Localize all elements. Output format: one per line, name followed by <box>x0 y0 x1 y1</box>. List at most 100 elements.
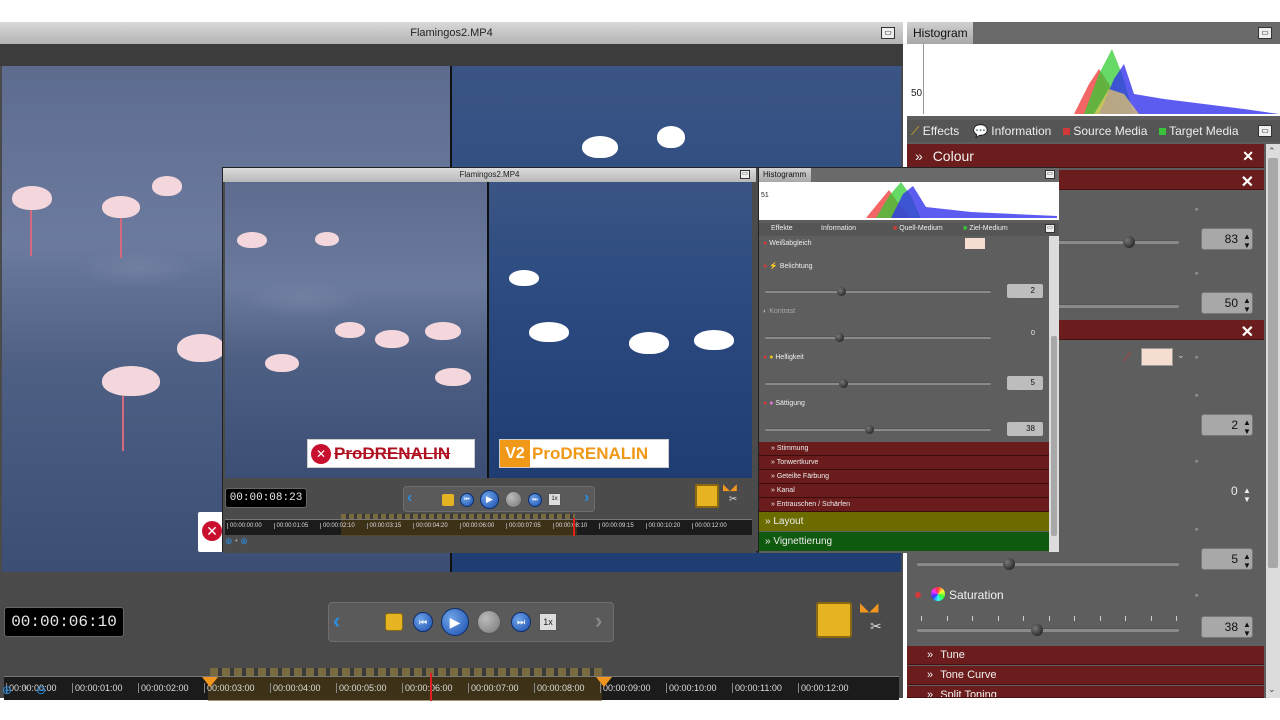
tab-ziel-medium[interactable]: ■ Ziel-Medium <box>963 225 1008 232</box>
section-layout[interactable]: » Layout <box>759 512 1049 531</box>
pause-icon[interactable] <box>477 610 501 634</box>
skip-back-icon[interactable]: ⏮ <box>460 493 474 507</box>
tab-effects[interactable]: ⟋ Effects <box>911 124 959 139</box>
skip-back-icon[interactable]: ⏮ <box>413 612 433 632</box>
scroll-down-icon[interactable]: ⌄ <box>1268 684 1276 695</box>
speed-button[interactable]: 1x <box>548 493 561 506</box>
colour-section-header[interactable]: » Colour ✕ <box>907 144 1264 168</box>
reset-dot-icon[interactable]: ◦ <box>1195 390 1198 400</box>
slider-track[interactable] <box>1057 304 1179 308</box>
slider-knob[interactable] <box>837 287 846 296</box>
slider-track[interactable] <box>765 290 991 293</box>
stepper-icon[interactable]: ▲ ▼ <box>1243 296 1251 314</box>
slider-knob[interactable] <box>835 333 844 342</box>
close-icon[interactable]: ✕ <box>1241 172 1254 192</box>
prev-arrow-icon[interactable]: ‹ <box>407 490 412 506</box>
out-marker[interactable] <box>596 677 612 687</box>
popup-timeline[interactable]: 00:00:00:00 00:00:01:05 00:00:02:10 00:00:0… <box>225 518 752 536</box>
saturation-slider-track[interactable] <box>917 628 1179 632</box>
zoom-in-icon[interactable]: ⊕ <box>2 683 12 697</box>
slider-knob[interactable] <box>1003 558 1015 570</box>
markers-icon[interactable]: ◣◢ <box>860 600 878 614</box>
slider-track[interactable] <box>917 562 1179 566</box>
histogram-tab[interactable]: Histogramm <box>759 168 811 182</box>
prev-arrow-icon[interactable]: ‹ <box>333 610 340 632</box>
slider-track[interactable] <box>765 428 991 431</box>
right-panel-scrollbar[interactable]: ⌃ ⌄ <box>1266 144 1280 698</box>
tab-source-media[interactable]: Source Media <box>1063 124 1147 138</box>
section-split-toning[interactable]: » Split Toning <box>907 686 1264 698</box>
next-arrow-icon[interactable]: › <box>595 610 602 632</box>
section-tone-curve[interactable]: » Tone Curve <box>907 666 1264 685</box>
zoom-in-icon[interactable]: ⊕ * ⊕ <box>225 536 248 547</box>
maximize-icon[interactable]: ▭ <box>740 170 750 179</box>
saturation-slider-knob[interactable] <box>1031 624 1043 636</box>
histogram-tab[interactable]: Histogram <box>907 22 973 44</box>
speed-button[interactable]: 1x <box>539 613 557 631</box>
slider-knob[interactable] <box>839 379 848 388</box>
clapperboard-icon[interactable] <box>816 602 852 638</box>
section-tonwertkurve[interactable]: » Tonwertkurve <box>759 456 1049 470</box>
tab-information[interactable]: Information <box>821 225 856 232</box>
skip-forward-icon[interactable]: ⏭ <box>528 493 542 507</box>
section-tune[interactable]: » Tune <box>907 646 1264 665</box>
close-icon[interactable]: ✕ <box>1242 144 1254 168</box>
tab-effekte[interactable]: Effekte <box>771 225 793 232</box>
skip-forward-icon[interactable]: ⏭ <box>511 612 531 632</box>
pause-icon[interactable] <box>505 491 522 508</box>
reset-dot-icon[interactable]: ◦ <box>1195 456 1198 466</box>
slider-track[interactable] <box>765 336 991 339</box>
main-timeline[interactable]: 00:00:00:00 00:00:01:00 00:00:02:00 00:00:0… <box>4 673 899 701</box>
section-kanal[interactable]: » Kanal <box>759 484 1049 498</box>
markers-icon[interactable]: ◣◢ <box>723 482 737 493</box>
slider-knob[interactable] <box>1123 236 1135 248</box>
eyedropper-icon[interactable]: ⟋ <box>1123 350 1131 365</box>
playhead[interactable] <box>430 673 432 701</box>
scroll-up-icon[interactable]: ⌃ <box>1268 146 1276 157</box>
slider-track[interactable] <box>765 382 991 385</box>
section-vignettierung[interactable]: » Vignettierung <box>759 532 1049 551</box>
reset-dot-icon[interactable]: ◦ <box>1195 590 1198 600</box>
enabled-indicator[interactable]: ● <box>763 263 767 270</box>
reset-dot-icon[interactable]: ◦ <box>1195 524 1198 534</box>
scroll-thumb[interactable] <box>1268 158 1278 568</box>
slider-track[interactable] <box>1057 240 1179 244</box>
value-box[interactable]: 5 <box>1007 376 1043 390</box>
section-geteilte-faerbung[interactable]: » Geteilte Färbung <box>759 470 1049 484</box>
stepper-icon[interactable]: ▲ ▼ <box>1243 486 1251 504</box>
play-icon[interactable]: ▶ <box>480 490 499 509</box>
loop-icon[interactable] <box>385 613 403 631</box>
zoom-out-icon[interactable]: ⊖ <box>36 683 46 697</box>
maximize-icon[interactable]: ▭ <box>881 27 895 39</box>
scissors-icon[interactable]: ✂ <box>870 618 882 635</box>
tab-quell-medium[interactable]: ■ Quell-Medium <box>893 225 943 232</box>
enabled-indicator[interactable]: ● <box>763 400 767 407</box>
value-box[interactable]: 38 <box>1007 422 1043 436</box>
reset-dot-icon[interactable]: ◦ <box>1195 268 1198 278</box>
scissors-icon[interactable]: ✂ <box>729 494 737 505</box>
maximize-icon[interactable]: ▭ <box>1045 224 1055 233</box>
stepper-icon[interactable]: ▲ ▼ <box>1243 232 1251 250</box>
maximize-icon[interactable]: ▭ <box>1045 170 1055 179</box>
loop-icon[interactable] <box>442 494 454 506</box>
reset-dot-icon[interactable]: ◦ <box>1195 352 1198 362</box>
enabled-indicator[interactable] <box>915 592 921 598</box>
stepper-icon[interactable]: ▲ ▼ <box>1243 418 1251 436</box>
section-entrauschen[interactable]: » Entrauschen / Schärfen <box>759 498 1049 512</box>
popup-playhead[interactable] <box>573 518 575 536</box>
stepper-icon[interactable]: ▲ ▼ <box>1243 620 1251 638</box>
white-balance-swatch[interactable] <box>1141 348 1173 366</box>
value-box[interactable]: 2 <box>1007 284 1043 298</box>
play-icon[interactable]: ▶ <box>441 608 469 636</box>
reset-dot-icon[interactable]: ◦ <box>1195 204 1198 214</box>
next-arrow-icon[interactable]: › <box>584 490 589 506</box>
in-marker[interactable] <box>202 677 218 687</box>
popup-scrollbar[interactable] <box>1049 236 1059 552</box>
enabled-indicator[interactable]: ● <box>763 354 767 361</box>
maximize-icon[interactable]: ▭ <box>1258 125 1272 137</box>
chevron-down-icon[interactable]: ⌄ <box>1177 350 1185 361</box>
maximize-icon[interactable]: ▭ <box>1258 27 1272 39</box>
slider-knob[interactable] <box>865 425 874 434</box>
section-stimmung[interactable]: » Stimmung <box>759 442 1049 456</box>
scroll-thumb[interactable] <box>1051 336 1057 536</box>
